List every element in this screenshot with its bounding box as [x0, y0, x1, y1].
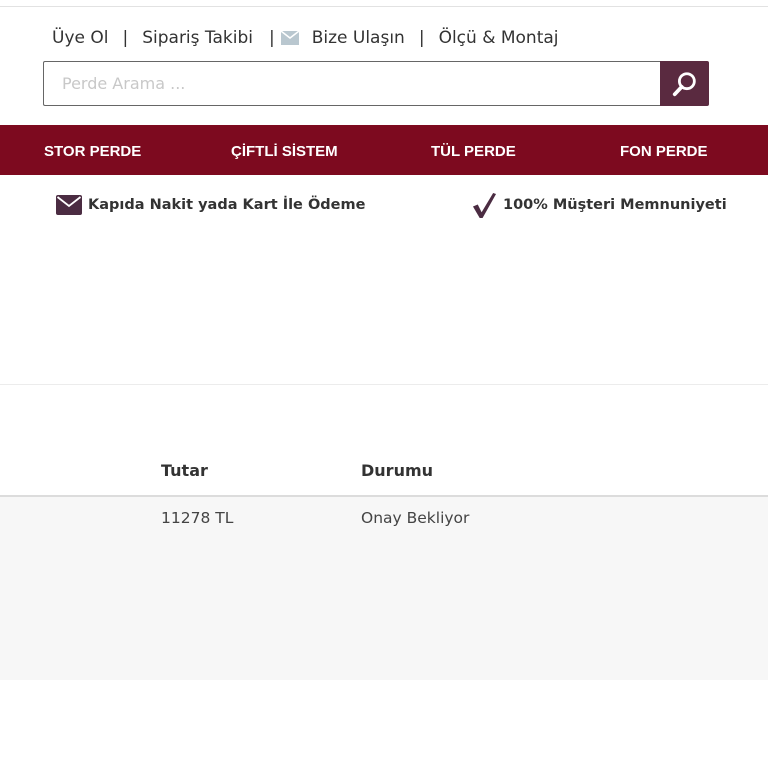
contact-link[interactable]: Bize Ulaşın — [280, 28, 405, 48]
checkmark-icon — [472, 192, 497, 218]
column-header-amount: Tutar — [161, 461, 208, 480]
order-status: Onay Bekliyor — [361, 509, 470, 527]
main-nav: STOR PERDE ÇİFTLİ SİSTEM TÜL PERDE FON P… — [0, 125, 768, 175]
contact-link-label: Bize Ulaşın — [311, 28, 405, 48]
measure-install-link[interactable]: Ölçü & Montaj — [439, 28, 559, 48]
link-separator: | — [268, 28, 275, 48]
feature-payment-text: Kapıda Nakit yada Kart İle Ödeme — [88, 197, 366, 213]
order-amount: 11278 TL — [161, 509, 234, 527]
link-separator: | — [122, 28, 129, 48]
column-header-status: Durumu — [361, 461, 434, 480]
top-border — [0, 6, 768, 7]
nav-item-ciftli-sistem[interactable]: ÇİFTLİ SİSTEM — [231, 125, 338, 175]
feature-satisfaction-text: 100% Müşteri Memnuniyeti — [503, 197, 727, 213]
mail-icon — [280, 31, 299, 45]
top-links: Üye Ol | Sipariş Takibi | Bize Ulaşın | … — [52, 26, 559, 50]
feature-satisfaction: 100% Müşteri Memnuniyeti — [472, 192, 727, 218]
register-link[interactable]: Üye Ol — [52, 28, 108, 48]
nav-item-stor-perde[interactable]: STOR PERDE — [44, 125, 141, 175]
nav-item-fon-perde[interactable]: FON PERDE — [620, 125, 708, 175]
section-divider — [0, 384, 768, 385]
search-icon — [672, 71, 696, 96]
envelope-icon — [56, 195, 82, 215]
search-bar — [43, 61, 709, 106]
search-input[interactable] — [43, 61, 660, 106]
feature-payment: Kapıda Nakit yada Kart İle Ödeme — [56, 192, 365, 218]
order-tracking-link[interactable]: Sipariş Takibi — [142, 28, 253, 48]
link-separator: | — [418, 28, 425, 48]
nav-item-tul-perde[interactable]: TÜL PERDE — [431, 125, 516, 175]
search-button[interactable] — [660, 61, 709, 106]
